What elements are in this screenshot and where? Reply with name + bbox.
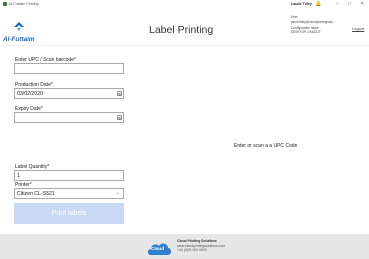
footer: Cloud Cloud Printing Solutions www.cloud… xyxy=(0,234,369,259)
calendar-icon[interactable]: ▦ xyxy=(117,115,122,120)
user-email: jamie.tilley@cloudprintingsolu xyxy=(291,19,334,24)
app-icon xyxy=(3,2,7,6)
footer-phone: +44 (0)01 000 0000 xyxy=(177,248,207,253)
expiry-date-field[interactable]: ▦ xyxy=(14,112,124,123)
close-button[interactable]: ✕ xyxy=(360,1,364,7)
calendar-icon[interactable]: ▦ xyxy=(117,91,122,96)
production-date-field[interactable]: 03/02/2020 ▦ xyxy=(14,88,124,99)
al-futtaim-logo-icon xyxy=(14,22,24,31)
production-date-value: 03/02/2020 xyxy=(17,91,43,97)
app-header: Al-Futtaim Label Printing User jamie.til… xyxy=(0,9,369,46)
logo-text: Al-Futtaim xyxy=(3,36,35,43)
cloud-logo-text: Cloud xyxy=(151,246,165,251)
page-title: Label Printing xyxy=(149,24,214,36)
config-value: DESKTOP-GK6321T xyxy=(291,30,321,35)
logout-link[interactable]: Logout xyxy=(352,26,364,31)
printer-value: Citizen CL-S521 xyxy=(17,191,55,197)
footer-info: Cloud Printing Solutions www.cloudprinti… xyxy=(177,239,225,253)
bell-icon[interactable]: 🔔 xyxy=(315,1,321,7)
chevron-down-icon: ⌄ xyxy=(115,190,120,196)
scan-message: Enter or scan a a UPC Code xyxy=(234,143,298,149)
quantity-input[interactable]: 1 xyxy=(14,170,124,181)
titlebar-user-name[interactable]: Laude Tilley xyxy=(291,2,312,6)
upc-input[interactable] xyxy=(14,63,124,74)
user-info: User jamie.tilley@cloudprintingsolu Conf… xyxy=(291,15,333,35)
print-labels-button[interactable]: Print labels xyxy=(14,203,124,224)
printer-select[interactable]: Citizen CL-S521 ⌄ xyxy=(14,188,124,199)
window-title: Al-Futtaim Printing xyxy=(9,2,39,6)
maximize-button[interactable]: □ xyxy=(348,1,351,7)
title-bar: Al-Futtaim Printing Laude Tilley 🔔 – □ ✕ xyxy=(0,0,369,9)
minimize-button[interactable]: – xyxy=(336,1,339,7)
